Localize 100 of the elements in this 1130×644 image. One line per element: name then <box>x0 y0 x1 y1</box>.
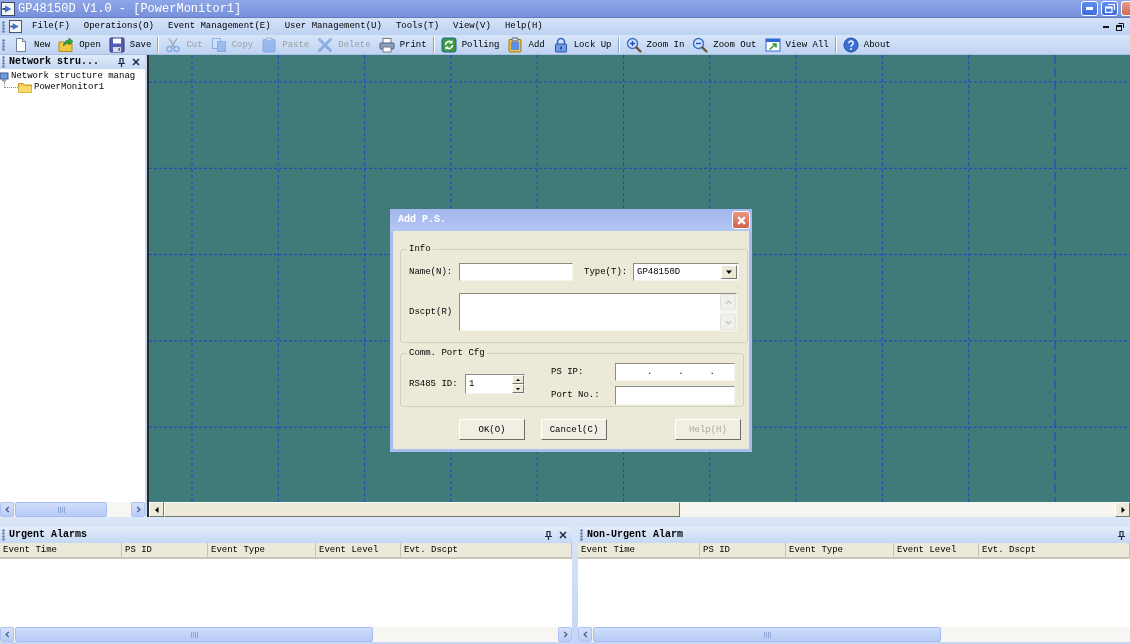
toolbar-button[interactable]: New <box>9 34 55 55</box>
toolbar-button[interactable]: Open <box>54 34 105 55</box>
column-header[interactable]: Event Type <box>786 543 894 557</box>
toolbar-button[interactable]: Print <box>374 34 431 55</box>
menu-item[interactable]: View(V) <box>446 19 498 34</box>
triangle-left-icon <box>153 506 160 513</box>
restore-icon[interactable] <box>1116 22 1124 31</box>
close-button[interactable] <box>732 211 750 229</box>
menu-item[interactable]: User Management(U) <box>277 19 389 34</box>
panel-title: Urgent Alarms <box>9 529 87 541</box>
column-header[interactable]: PS ID <box>122 543 208 557</box>
chevron-left-icon <box>581 631 589 638</box>
menu-item[interactable]: File(F) <box>25 19 77 34</box>
document-icon <box>13 36 29 53</box>
printer-icon <box>378 36 395 53</box>
name-input[interactable] <box>459 263 573 281</box>
padlock-icon <box>552 36 569 53</box>
toolbar-button[interactable]: Add <box>503 34 549 55</box>
grip-icon[interactable] <box>2 20 5 33</box>
grip-lines-icon <box>57 506 65 513</box>
toolbar-button[interactable]: Save <box>104 34 156 55</box>
column-header[interactable]: Event Time <box>578 543 700 557</box>
tree-item[interactable]: Network structure manag <box>11 71 136 82</box>
chevron-down-icon <box>724 318 732 326</box>
scrollbar-thumb[interactable] <box>593 627 941 642</box>
grip-icon[interactable] <box>2 56 5 68</box>
pin-icon[interactable] <box>1118 530 1125 540</box>
toolbar-button[interactable]: Zoom In <box>621 34 689 55</box>
close-icon[interactable] <box>132 58 140 66</box>
toolbar-button[interactable]: View All <box>760 34 833 55</box>
chevron-up-icon <box>724 298 732 306</box>
folder-icon <box>18 82 32 93</box>
column-header[interactable]: Event Type <box>208 543 316 557</box>
toolbar-button[interactable]: About <box>838 34 895 55</box>
field-label: Name(N): <box>409 266 454 278</box>
toolbar-button[interactable]: Lock Up <box>548 34 616 55</box>
toolbar-button[interactable]: Zoom Out <box>688 34 761 55</box>
grip-lines-icon <box>190 631 198 638</box>
dialog-title: Add P.S. <box>398 214 446 226</box>
menu-item[interactable]: Operations(O) <box>76 19 162 34</box>
zoom-in-icon <box>625 36 642 53</box>
spin-up-button[interactable] <box>512 375 524 384</box>
minimize-icon[interactable] <box>1103 25 1109 28</box>
field-label: Port No.: <box>551 390 601 401</box>
toolbar-button[interactable]: Polling <box>436 34 504 55</box>
zoom-out-icon <box>692 36 709 53</box>
computer-icon <box>0 71 9 82</box>
dialog-button[interactable]: OK(O) <box>459 419 525 440</box>
caret-down-icon <box>726 269 732 275</box>
chevron-left-icon <box>3 506 11 513</box>
column-header[interactable]: Evt. Dscpt <box>401 543 572 557</box>
scissors-icon <box>165 36 182 53</box>
app-icon <box>9 20 22 33</box>
field-label: RS485 ID: <box>409 378 459 390</box>
column-header[interactable]: Event Level <box>894 543 979 557</box>
grip-icon[interactable] <box>2 529 5 541</box>
chevron-left-icon <box>3 631 11 638</box>
minimize-icon <box>1086 7 1093 10</box>
close-icon[interactable] <box>559 531 567 539</box>
column-header[interactable]: Event Level <box>316 543 401 557</box>
field-label: Type(T): <box>584 266 629 278</box>
grip-icon[interactable] <box>2 38 5 51</box>
restore-button[interactable] <box>1101 1 1118 16</box>
panel-title: Non-Urgent Alarm <box>587 529 683 541</box>
field-label: PS IP: <box>551 366 585 378</box>
column-header[interactable]: PS ID <box>700 543 786 557</box>
scrollbar-thumb[interactable] <box>15 627 373 642</box>
grip-lines-icon <box>763 631 771 638</box>
minimize-button[interactable] <box>1081 1 1098 16</box>
group-box-title: Comm. Port Cfg <box>408 348 486 359</box>
menu-item[interactable]: Tools(T) <box>388 19 447 34</box>
app-icon <box>1 1 15 16</box>
dialog-button[interactable]: Cancel(C) <box>541 419 607 440</box>
menu-item[interactable]: Event Management(E) <box>161 19 278 34</box>
spin-down-button[interactable] <box>512 384 524 393</box>
grip-icon[interactable] <box>580 529 583 541</box>
panel-title: Network stru... <box>9 56 99 68</box>
port-input[interactable] <box>615 386 735 405</box>
clipboard-icon <box>261 36 278 53</box>
menu-item[interactable]: Help(H) <box>497 19 550 34</box>
chevron-right-icon <box>134 506 142 513</box>
cross-icon <box>317 36 334 53</box>
clipboard-icon <box>507 36 524 53</box>
column-header[interactable]: Event Time <box>0 543 122 557</box>
rs485-id-spinner[interactable]: 1 <box>465 374 525 394</box>
chevron-right-icon <box>561 631 569 638</box>
triangle-right-icon <box>1119 506 1126 513</box>
column-header[interactable]: Evt. Dscpt <box>979 543 1130 557</box>
help-icon <box>842 36 859 53</box>
ip-address-field[interactable]: . . . <box>615 363 735 381</box>
pin-icon[interactable] <box>545 530 552 540</box>
tree-item[interactable]: PowerMonitor1 <box>34 82 105 93</box>
type-dropdown[interactable]: GP48150D <box>633 263 739 281</box>
scrollbar-thumb[interactable] <box>15 502 107 517</box>
close-button[interactable] <box>1121 1 1130 16</box>
pin-icon[interactable] <box>118 57 125 67</box>
group-box-title: Info <box>408 244 432 255</box>
dropdown-button[interactable] <box>721 265 737 279</box>
field-label: Dscpt(R) <box>409 306 454 318</box>
window-title: GP48150D V1.0 - [PowerMonitor1] <box>18 1 242 16</box>
